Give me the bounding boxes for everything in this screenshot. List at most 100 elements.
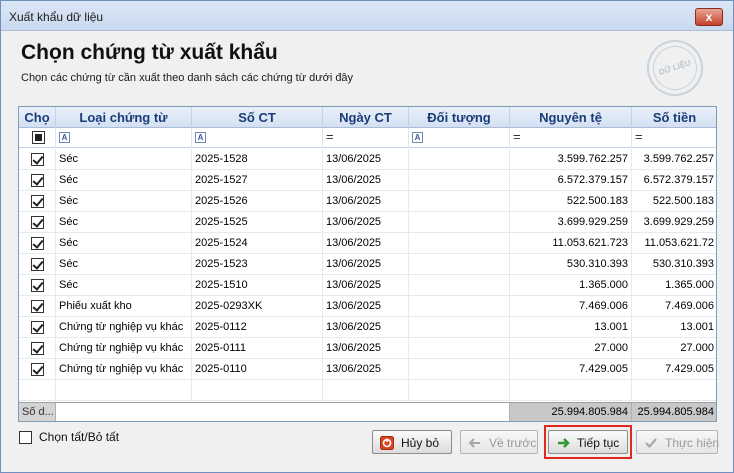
row-select[interactable] [19,233,56,254]
filter-contains-icon[interactable]: A [195,132,206,143]
voucher-type-cell: Séc [56,191,192,212]
filter-cell-select[interactable] [19,128,56,148]
party-cell [409,233,510,254]
row-select[interactable] [19,254,56,275]
row-checkbox[interactable] [31,195,44,208]
row-checkbox[interactable] [31,300,44,313]
row-select[interactable] [19,170,56,191]
amount-cell [632,380,716,401]
filter-select-all-checkbox[interactable] [32,131,45,144]
filter-cell-original-amount[interactable]: = [510,128,632,148]
row-checkbox[interactable] [31,363,44,376]
table-row[interactable]: Séc 2025-1524 13/06/2025 11.053.621.723 11.0… [19,233,716,254]
table-row[interactable]: Séc 2025-1525 13/06/2025 3.699.929.259 3.699… [19,212,716,233]
col-header-amount[interactable]: Số tiền [632,107,716,128]
table-row[interactable]: Séc 2025-1523 13/06/2025 530.310.393 530.310… [19,254,716,275]
amount-cell: 530.310.393 [632,254,716,275]
amount-cell: 3.599.762.257 [632,149,716,170]
row-checkbox[interactable] [31,153,44,166]
export-dialog: Xuất khẩu dữ liệu x Chọn chứng từ xuất k… [0,0,734,473]
voucher-number-cell: 2025-1526 [192,191,323,212]
col-header-voucher-number[interactable]: Số CT [192,107,323,128]
table-row[interactable]: Chứng từ nghiệp vụ khác 2025-0111 13/06/20… [19,338,716,359]
row-checkbox[interactable] [31,216,44,229]
party-cell [409,191,510,212]
voucher-number-cell: 2025-0293XK [192,296,323,317]
arrow-left-icon [468,438,480,448]
row-select[interactable] [19,296,56,317]
voucher-number-cell: 2025-1523 [192,254,323,275]
party-cell [409,170,510,191]
col-header-voucher-date[interactable]: Ngày CT [323,107,409,128]
row-checkbox[interactable] [31,174,44,187]
amount-cell: 522.500.183 [632,191,716,212]
table-row[interactable]: Séc 2025-1527 13/06/2025 6.572.379.157 6.572… [19,170,716,191]
row-checkbox[interactable] [31,321,44,334]
table-row[interactable]: Phiếu xuất kho 2025-0293XK 13/06/2025 7.469… [19,296,716,317]
voucher-date-cell: 13/06/2025 [323,191,409,212]
table-row[interactable]: Séc 2025-1526 13/06/2025 522.500.183 522.500… [19,191,716,212]
row-checkbox[interactable] [31,279,44,292]
col-header-select[interactable]: Chọ [19,107,56,128]
amount-cell: 11.053.621.72 [632,233,716,254]
title-bar: Xuất khẩu dữ liệu x [1,1,733,31]
row-select[interactable] [19,275,56,296]
row-select[interactable] [19,149,56,170]
party-cell [409,296,510,317]
row-checkbox[interactable] [31,342,44,355]
filter-equals-icon[interactable]: = [635,129,643,144]
col-header-original-amount[interactable]: Nguyên tệ [510,107,632,128]
row-select[interactable] [19,191,56,212]
party-cell [409,317,510,338]
table-row[interactable]: Séc 2025-1528 13/06/2025 3.599.762.257 3.599… [19,149,716,170]
execute-button[interactable]: Thực hiện [636,430,719,454]
original-amount-cell: 13.001 [510,317,632,338]
row-select[interactable] [19,359,56,380]
amount-cell: 27.000 [632,338,716,359]
summary-amount-total: 25.994.805.984 [632,403,716,421]
row-checkbox[interactable] [31,258,44,271]
stamp-ring [647,40,703,96]
row-select[interactable] [19,338,56,359]
filter-equals-icon[interactable]: = [513,129,521,144]
filter-row: A A = A = = [19,128,716,148]
filter-cell-amount[interactable]: = [632,128,716,148]
row-select[interactable] [19,380,56,401]
row-select[interactable] [19,317,56,338]
table-row[interactable]: Séc 2025-1510 13/06/2025 1.365.000 1.365.000 [19,275,716,296]
select-all-checkbox[interactable] [19,431,32,444]
table-row[interactable] [19,380,716,401]
row-select[interactable] [19,212,56,233]
original-amount-cell: 7.429.005 [510,359,632,380]
table-row[interactable]: Chứng từ nghiệp vụ khác 2025-0112 13/06/20… [19,317,716,338]
filter-cell-voucher-date[interactable]: = [323,128,409,148]
next-button[interactable]: Tiếp tục [548,430,628,454]
row-checkbox[interactable] [31,237,44,250]
voucher-date-cell: 13/06/2025 [323,149,409,170]
original-amount-cell [510,380,632,401]
filter-contains-icon[interactable]: A [59,132,70,143]
filter-equals-icon[interactable]: = [326,129,334,144]
back-button-label: Về trước [489,436,537,450]
original-amount-cell: 27.000 [510,338,632,359]
filter-cell-party[interactable]: A [409,128,510,148]
filter-cell-voucher-type[interactable]: A [56,128,192,148]
voucher-type-cell: Séc [56,149,192,170]
arrow-right-icon [558,438,570,448]
dialog-body: Chọn chứng từ xuất khẩu Chọn các chứng t… [1,32,733,472]
amount-cell: 7.429.005 [632,359,716,380]
party-cell [409,149,510,170]
cancel-button[interactable]: Hủy bỏ [372,430,452,454]
filter-contains-icon[interactable]: A [412,132,423,143]
col-header-party[interactable]: Đối tượng [409,107,510,128]
amount-cell: 1.365.000 [632,275,716,296]
back-button[interactable]: Về trước [460,430,538,454]
filter-cell-voucher-number[interactable]: A [192,128,323,148]
col-header-voucher-type[interactable]: Loại chứng từ [56,107,192,128]
table-row[interactable]: Chứng từ nghiệp vụ khác 2025-0110 13/06/20… [19,359,716,380]
original-amount-cell: 530.310.393 [510,254,632,275]
voucher-date-cell: 13/06/2025 [323,275,409,296]
close-button[interactable]: x [695,8,723,26]
select-all-label[interactable]: Chọn tất/Bỏ tất [39,430,119,444]
next-button-label: Tiếp tục [577,436,620,450]
